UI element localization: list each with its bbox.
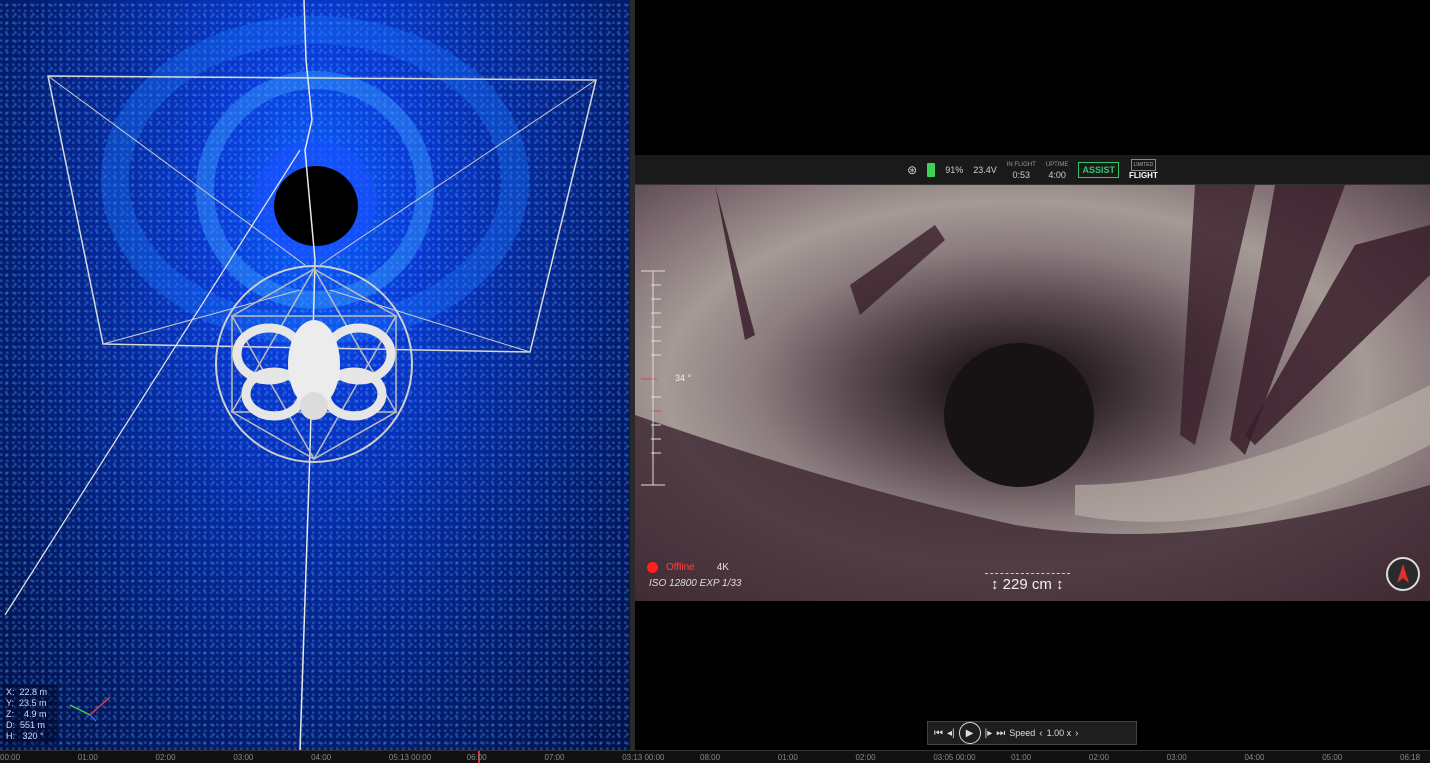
timeline-tick: 02:00	[855, 753, 876, 762]
camera-overlay	[635, 185, 1430, 601]
timeline-bar[interactable]: 00:00 01:00 02:00 03:00 04:00 05:13 00:00 06:0…	[0, 750, 1430, 763]
app-window: X: 22.8 m Y: 23.5 m Z: 4.9 m D: 551 m H:…	[0, 0, 1430, 763]
coord-x: X: 22.8 m	[6, 687, 48, 697]
camera-view-panel: ⊛ 91% 23.4V IN FLIGHT 0:53 UPTIME 4:00 A…	[635, 0, 1430, 750]
position-readout: X: 22.8 m Y: 23.5 m Z: 4.9 m D: 551 m H:…	[3, 685, 57, 744]
timeline-tick: 07:00	[544, 753, 565, 762]
coord-z: Z: 4.9 m	[6, 709, 47, 719]
mode-label: FLIGHT	[1128, 170, 1158, 180]
pointcloud-3d-view[interactable]: X: 22.8 m Y: 23.5 m Z: 4.9 m D: 551 m H:…	[0, 0, 630, 750]
timeline-tick: 03:00	[233, 753, 254, 762]
timeline-tick: 03:00	[1166, 753, 1187, 762]
in-flight-label: IN FLIGHT	[1006, 161, 1036, 168]
playback-controls: ⏮ ◂| ▶ |▸ ⏭ Speed ‹ 1.00 x ›	[927, 721, 1137, 745]
exposure-readout: ISO 12800 EXP 1/33	[649, 578, 742, 589]
step-back-icon[interactable]: ◂|	[947, 728, 955, 739]
voltage-value: 23.4V	[973, 164, 997, 175]
speed-decrease-icon[interactable]: ‹	[1039, 728, 1042, 739]
speed-label: Speed	[1009, 728, 1036, 738]
distance-value: 229 cm	[1002, 576, 1052, 593]
battery-percent: 91%	[945, 164, 964, 175]
skip-start-icon[interactable]: ⏮	[934, 728, 943, 739]
timeline-tick: 03:05 00:00	[933, 753, 976, 762]
pitch-readout: 34 °	[675, 373, 692, 383]
timeline-tick: 01:00	[777, 753, 798, 762]
axes-gizmo-icon	[69, 696, 111, 722]
battery-icon	[927, 162, 936, 177]
timeline-tick: 04:00	[311, 753, 332, 762]
camera-feed[interactable]: 34 ° Offline 4K ISO 12800 EXP 1/33 ↕ 229…	[635, 185, 1430, 601]
timeline-tick: 00:00	[0, 753, 21, 762]
record-dot-icon[interactable]	[647, 562, 658, 573]
record-status-label: Offline	[666, 562, 695, 573]
tunnel-opening	[274, 166, 358, 246]
mode-box: LIMITED	[1130, 158, 1157, 171]
timeline-tick: 04:00	[1244, 753, 1265, 762]
compass-needle-icon	[1397, 564, 1409, 583]
in-flight-readout: IN FLIGHT 0:53	[1007, 160, 1036, 180]
signal-icon: ⊛	[907, 162, 918, 177]
assist-badge[interactable]: ASSIST	[1078, 161, 1119, 178]
recording-status: Offline 4K	[647, 562, 729, 573]
status-hud-bar: ⊛ 91% 23.4V IN FLIGHT 0:53 UPTIME 4:00 A…	[635, 155, 1430, 185]
scene-overlay	[4, 0, 597, 750]
uptime-readout: UPTIME 4:00	[1046, 160, 1069, 180]
coord-y: Y: 23.5 m	[6, 698, 47, 708]
uptime-label: UPTIME	[1045, 161, 1069, 168]
timeline-tick: 03:13 00:00	[622, 753, 665, 762]
resolution-label: 4K	[716, 562, 729, 573]
flight-mode: LIMITED FLIGHT	[1128, 158, 1158, 181]
timeline-tick: 01:00	[1011, 753, 1032, 762]
timeline-tick: 02:00	[1088, 753, 1109, 762]
coord-d: D: 551 m	[6, 720, 46, 730]
timeline-tick: 01:00	[77, 753, 98, 762]
distance-readout: ↕ 229 cm ↕	[985, 573, 1070, 595]
timeline-tick: 08:00	[700, 753, 721, 762]
step-forward-icon[interactable]: |▸	[985, 728, 993, 739]
in-flight-value: 0:53	[1012, 169, 1031, 180]
timeline-tick: 06:18	[1400, 753, 1421, 762]
timeline-tick: 02:00	[155, 753, 176, 762]
speed-value: 1.00 x	[1046, 728, 1072, 738]
timeline-tick: 05:00	[1322, 753, 1343, 762]
skip-end-icon[interactable]: ⏭	[996, 728, 1005, 739]
speed-increase-icon[interactable]: ›	[1075, 728, 1078, 739]
uptime-value: 4:00	[1048, 169, 1066, 180]
timeline-tick: 06:00	[466, 753, 487, 762]
play-button[interactable]: ▶	[958, 722, 981, 744]
coord-h: H: 320 °	[6, 731, 44, 741]
compass-icon	[1386, 557, 1420, 591]
timeline-tick: 05:13 00:00	[388, 753, 432, 762]
